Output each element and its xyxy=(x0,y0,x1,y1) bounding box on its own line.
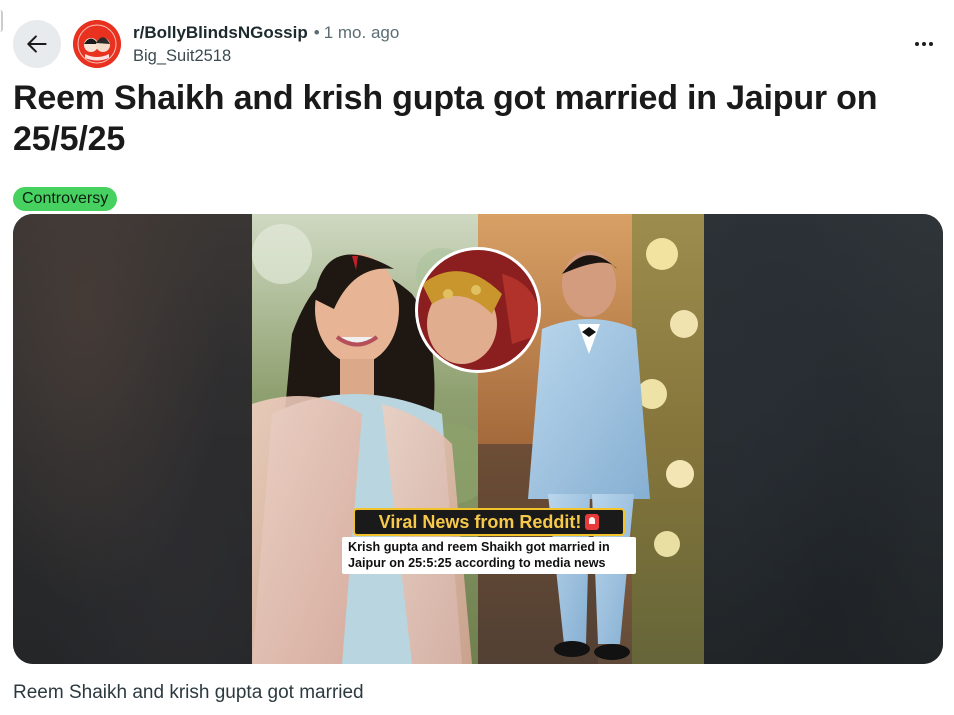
more-dot xyxy=(929,42,933,46)
subreddit-avatar[interactable] xyxy=(73,20,121,68)
window-edge xyxy=(0,10,3,32)
post-title: Reem Shaikh and krish gupta got married … xyxy=(13,79,878,158)
avatar-image xyxy=(73,20,121,68)
author-link[interactable]: Big_Suit2518 xyxy=(133,45,399,67)
post-media[interactable]: Viral News from Reddit! Krish gupta and … xyxy=(13,214,943,664)
media-image xyxy=(252,214,704,664)
post-meta: r/BollyBlindsNGossip • 1 mo. ago Big_Suit2… xyxy=(133,22,399,67)
post-time: 1 mo. ago xyxy=(323,23,400,42)
overlay-headline-box: Viral News from Reddit! xyxy=(353,508,625,536)
post-header: r/BollyBlindsNGossip • 1 mo. ago Big_Suit2… xyxy=(13,20,940,70)
media-blur-background-right xyxy=(704,214,943,664)
more-dot xyxy=(922,42,926,46)
more-options-button[interactable] xyxy=(908,32,940,56)
overlay-subtext: Krish gupta and reem Shaikh got married … xyxy=(342,537,636,574)
back-button[interactable] xyxy=(13,20,61,68)
overlay-headline: Viral News from Reddit! xyxy=(378,512,582,532)
arrow-left-icon xyxy=(27,35,47,53)
siren-icon xyxy=(585,514,600,530)
media-blur-background-left xyxy=(13,214,252,664)
more-horizontal-icon xyxy=(915,42,919,46)
subreddit-link[interactable]: r/BollyBlindsNGossip xyxy=(133,23,308,42)
post-flair[interactable]: Controversy xyxy=(13,187,118,211)
post-body-text: Reem Shaikh and krish gupta got married xyxy=(13,682,364,703)
meta-separator: • xyxy=(313,23,320,42)
